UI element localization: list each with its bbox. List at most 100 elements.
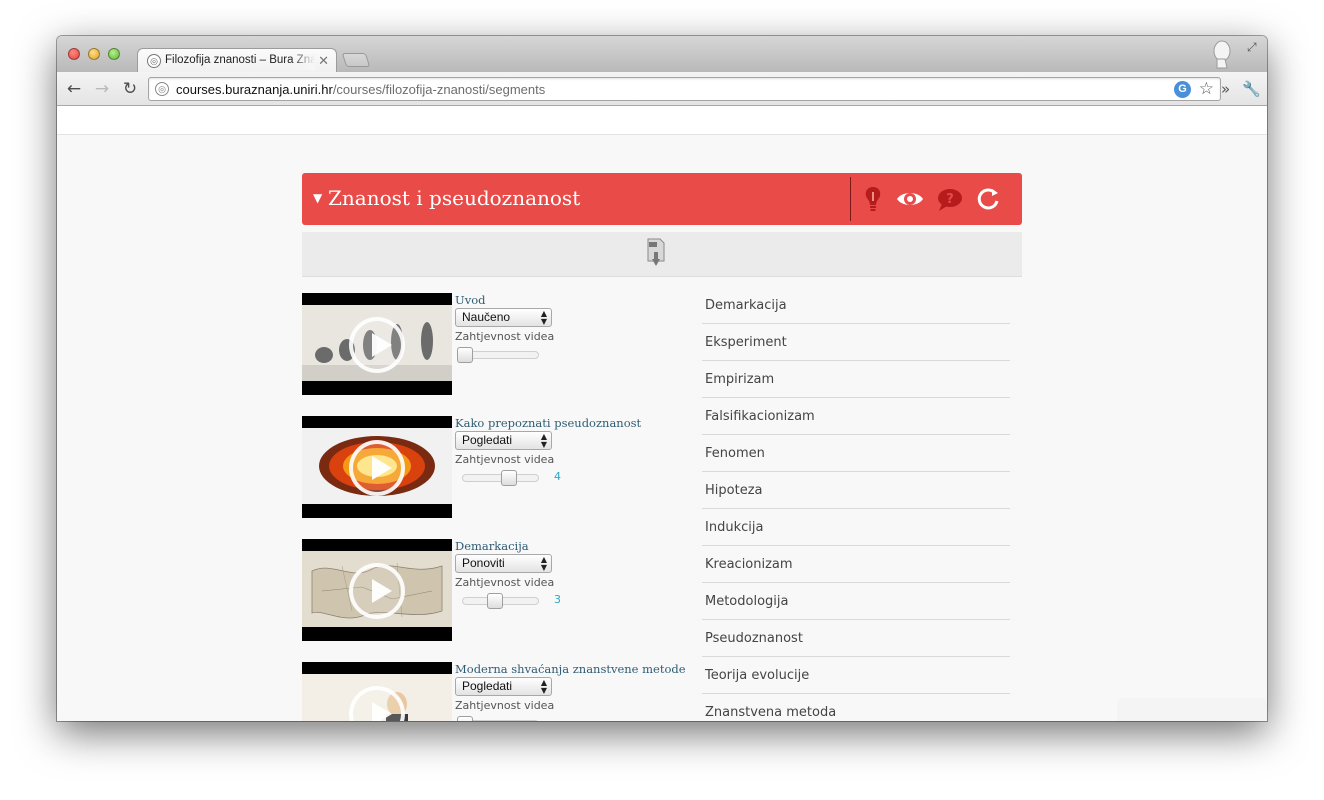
globe-icon: ◎	[155, 82, 169, 96]
forward-button[interactable]: →	[91, 78, 113, 100]
bookmark-star-icon[interactable]: ☆	[1199, 79, 1214, 99]
page-content: ▼ Znanost i pseudoznanost ? Uvod Naučeno…	[57, 106, 1267, 721]
glossary-item[interactable]: Znanstvena metoda	[702, 694, 1010, 721]
glossary-item[interactable]: Teorija evolucije	[702, 657, 1010, 694]
play-icon[interactable]	[349, 317, 405, 373]
glossary-term: Empirizam	[705, 372, 775, 387]
segment-title: Znanost i pseudoznanost	[328, 186, 581, 210]
browser-window: ◎ Filozofija znanosti – Bura Znanja ✕ ⤢ …	[57, 36, 1267, 721]
glossary-item[interactable]: Demarkacija	[702, 287, 1010, 324]
difficulty-label: Zahtjevnost videa	[455, 330, 555, 343]
glossary-item[interactable]: Fenomen	[702, 435, 1010, 472]
difficulty-slider[interactable]	[457, 347, 539, 363]
zoom-window-button[interactable]	[108, 48, 120, 60]
collapse-caret-icon[interactable]: ▼	[313, 191, 322, 205]
close-window-button[interactable]	[68, 48, 80, 60]
status-select[interactable]: Pogledati ▲ ▼	[455, 431, 552, 450]
difficulty-label: Zahtjevnost videa	[455, 576, 555, 589]
faded-overlay-panel	[1117, 698, 1267, 721]
status-select[interactable]: Naučeno ▲ ▼	[455, 308, 552, 327]
difficulty-slider[interactable]	[462, 593, 539, 609]
status-value: Naučeno	[462, 310, 511, 324]
pdf-download-icon[interactable]	[646, 238, 666, 268]
page-top-strip	[57, 106, 1267, 135]
slider-handle[interactable]	[501, 470, 518, 486]
browser-toolbar: ← → ↻ ◎ courses.buraznanja.uniri.hr/cour…	[57, 72, 1267, 106]
wrench-menu-icon[interactable]: 🔧	[1242, 80, 1261, 98]
glossary-item[interactable]: Metodologija	[702, 583, 1010, 620]
reload-button[interactable]: ↻	[119, 78, 141, 100]
minimize-window-button[interactable]	[88, 48, 100, 60]
video-thumbnail[interactable]	[302, 539, 452, 641]
url-path: /courses/filozofija-znanosti/segments	[332, 82, 546, 97]
new-tab-button[interactable]	[341, 53, 371, 67]
glossary-item[interactable]: Eksperiment	[702, 324, 1010, 361]
video-item: Demarkacija Ponoviti ▲ ▼ Zahtjevnost videa…	[302, 539, 702, 641]
glossary-term: Hipoteza	[705, 483, 763, 498]
glossary-term: Eksperiment	[705, 335, 787, 350]
glossary-term: Falsifikacionizam	[705, 409, 815, 424]
glossary-term: Teorija evolucije	[705, 668, 810, 683]
glossary-item[interactable]: Empirizam	[702, 361, 1010, 398]
svg-text:?: ?	[946, 192, 954, 207]
difficulty-slider[interactable]	[457, 716, 539, 721]
status-value: Pogledati	[462, 679, 513, 693]
tab-bar: ◎ Filozofija znanosti – Bura Znanja ✕ ⤢	[57, 36, 1267, 72]
status-value: Pogledati	[462, 433, 513, 447]
difficulty-slider[interactable]	[462, 470, 539, 486]
play-icon[interactable]	[349, 440, 405, 496]
fullscreen-icon[interactable]: ⤢	[1247, 40, 1257, 55]
profile-icon[interactable]	[1212, 40, 1232, 70]
glossary-term: Znanstvena metoda	[705, 705, 837, 720]
glossary-term: Fenomen	[705, 446, 765, 461]
play-icon[interactable]	[349, 563, 405, 619]
glossary-term: Demarkacija	[705, 298, 787, 313]
select-arrows-icon: ▲ ▼	[540, 678, 547, 695]
address-bar[interactable]: ◎ courses.buraznanja.uniri.hr/courses/fi…	[148, 77, 1221, 101]
video-thumbnail[interactable]	[302, 293, 452, 395]
glossary-term: Pseudoznanost	[705, 631, 803, 646]
question-bubble-icon[interactable]: ?	[934, 184, 964, 214]
video-title-link[interactable]: Demarkacija	[455, 539, 529, 553]
globe-icon: ◎	[147, 54, 161, 68]
glossary-item[interactable]: Indukcija	[702, 509, 1010, 546]
slider-handle[interactable]	[457, 347, 473, 363]
tab-title: Filozofija znanosti – Bura Znanja	[165, 54, 315, 70]
difficulty-label: Zahtjevnost videa	[455, 699, 555, 712]
video-thumbnail[interactable]	[302, 662, 452, 721]
difficulty-label: Zahtjevnost videa	[455, 453, 555, 466]
browser-tab[interactable]: ◎ Filozofija znanosti – Bura Znanja ✕	[137, 48, 337, 72]
url-host: courses.buraznanja.uniri.hr	[176, 82, 333, 97]
difficulty-value: 3	[554, 593, 561, 606]
select-arrows-icon: ▲ ▼	[540, 309, 547, 326]
glossary-item[interactable]: Hipoteza	[702, 472, 1010, 509]
glossary-item[interactable]: Falsifikacionizam	[702, 398, 1010, 435]
google-search-icon[interactable]: G	[1174, 81, 1191, 98]
glossary-term: Indukcija	[705, 520, 764, 535]
video-thumbnail[interactable]	[302, 416, 452, 518]
difficulty-value: 4	[554, 470, 561, 483]
status-select[interactable]: Ponoviti ▲ ▼	[455, 554, 552, 573]
video-title-link[interactable]: Uvod	[455, 293, 485, 307]
video-item: Moderna shvaćanja znanstvene metode Pogl…	[302, 662, 702, 721]
glossary-term: Metodologija	[705, 594, 789, 609]
video-title-link[interactable]: Moderna shvaćanja znanstvene metode	[455, 662, 686, 676]
status-value: Ponoviti	[462, 556, 505, 570]
slider-handle[interactable]	[486, 593, 503, 609]
lightbulb-icon[interactable]	[858, 184, 888, 214]
back-button[interactable]: ←	[63, 78, 85, 100]
glossary-item[interactable]: Pseudoznanost	[702, 620, 1010, 657]
slider-handle[interactable]	[457, 716, 473, 721]
more-extensions-icon[interactable]: »	[1221, 80, 1230, 98]
glossary-term: Kreacionizam	[705, 557, 793, 572]
video-title-link[interactable]: Kako prepoznati pseudoznanost	[455, 416, 641, 430]
select-arrows-icon: ▲ ▼	[540, 555, 547, 572]
video-item: Uvod Naučeno ▲ ▼ Zahtjevnost videa	[302, 293, 702, 395]
glossary-item[interactable]: Kreacionizam	[702, 546, 1010, 583]
header-divider	[850, 177, 851, 221]
status-select[interactable]: Pogledati ▲ ▼	[455, 677, 552, 696]
eye-icon[interactable]	[895, 184, 925, 214]
refresh-icon[interactable]	[973, 184, 1003, 214]
segment-header[interactable]: ▼ Znanost i pseudoznanost ?	[302, 173, 1022, 225]
tab-close-icon[interactable]: ✕	[318, 53, 329, 69]
